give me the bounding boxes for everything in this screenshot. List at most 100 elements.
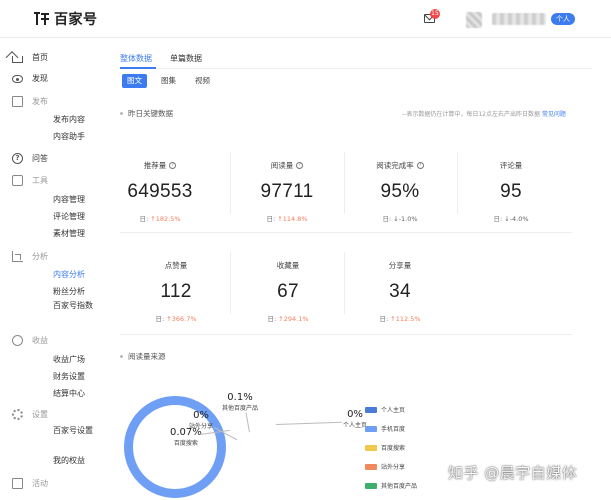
stat-value: 649553 (127, 181, 193, 202)
section-title-read-source: 阅读量来源 (120, 351, 166, 362)
legend-mobile-baidu[interactable]: 手机百度 (365, 424, 405, 433)
sidebar-group-label: 设置 (32, 409, 48, 419)
stats-separator (120, 334, 572, 335)
sidebar-item-settlement[interactable]: 结算中心 (53, 388, 85, 399)
notice-text: --表示数据仍在计算中，每日12点左右产出昨日数据 (402, 111, 540, 118)
sidebar-item-publish-content[interactable]: 发布内容 (53, 114, 85, 125)
pie-value: 0% (347, 409, 363, 420)
sidebar-group-activity: 活动 (12, 476, 48, 490)
sidebar-item-income-square[interactable]: 收益广场 (53, 354, 85, 365)
sidebar-item-discover[interactable]: 发现 (12, 71, 48, 85)
username-blurred[interactable] (492, 13, 546, 25)
stat-label: 分享量 (388, 261, 412, 270)
sidebar-item-my-rights[interactable]: 我的权益 (53, 455, 85, 466)
sidebar-group-income: 收益 (12, 333, 48, 347)
question-icon: ? (12, 153, 23, 164)
sidebar-item-content-assistant[interactable]: 内容助手 (53, 131, 85, 142)
top-bar: 百家号 15 个人 (0, 0, 611, 38)
edit-icon (12, 96, 23, 107)
pie-name: 百度搜索 (173, 440, 198, 447)
stat-change: 日: ↑112.5% (379, 315, 421, 323)
sidebar-item-bjh-settings[interactable]: 百家号设置 (53, 425, 93, 437)
active-tab-indicator (120, 67, 156, 69)
legend-label: 百度搜索 (381, 445, 406, 452)
sidebar-item-finance-settings[interactable]: 财务设置 (53, 371, 85, 382)
sidebar-group-label: 工具 (32, 175, 48, 185)
tab-single-data[interactable]: 单篇数据 (170, 53, 202, 64)
data-notice: --表示数据仍在计算中，每日12点左右产出昨日数据 常见问题 (402, 109, 566, 118)
stat-label: 收藏量 (276, 261, 300, 270)
filter-article[interactable]: 图文 (122, 74, 147, 88)
sidebar-item-material-manage[interactable]: 素材管理 (53, 228, 85, 239)
legend-personal-home[interactable]: 个人主页 (365, 405, 405, 414)
sidebar-item-label: 首页 (32, 52, 48, 62)
stat-value: 67 (277, 281, 299, 302)
stat-label: 阅读完成率 (376, 161, 414, 170)
sidebar-group-label: 分析 (32, 251, 48, 261)
stat-comments: 评论量 95 日: ↓-4.0% (461, 153, 561, 223)
tabs-divider (120, 68, 592, 69)
stat-change: 日: ↓-4.0% (493, 215, 529, 223)
stat-change: 日: ↑366.7% (155, 315, 197, 323)
sidebar-item-label: 发现 (32, 73, 48, 83)
pie-label-other-baidu: 0.1% 其他百度产品 (222, 393, 259, 413)
eye-icon (12, 75, 23, 83)
sidebar-group-tools: 工具 (12, 173, 48, 187)
pie-value: 0.07% (170, 427, 202, 438)
stat-value: 34 (389, 281, 411, 302)
sidebar-group-publish: 发布 (12, 94, 48, 108)
filter-gallery[interactable]: 图集 (156, 74, 181, 88)
notification-badge: 15 (430, 9, 440, 19)
legend-offsite-share[interactable]: 站外分享 (365, 462, 405, 471)
filter-video[interactable]: 视频 (190, 74, 215, 88)
sidebar-item-qa[interactable]: ? 问答 (12, 151, 48, 165)
legend-label: 个人主页 (381, 407, 406, 414)
gear-icon (12, 409, 23, 420)
pie-name: 其他百度产品 (222, 405, 259, 412)
stat-label: 评论量 (499, 161, 523, 170)
legend-other-baidu[interactable]: 其他百度产品 (365, 481, 417, 490)
stat-divider (457, 152, 458, 214)
sidebar-item-content-manage[interactable]: 内容管理 (53, 194, 85, 205)
help-icon[interactable]: ? (169, 162, 177, 169)
sidebar-item-content-analysis[interactable]: 内容分析 (53, 269, 85, 280)
stat-label: 推荐量 (143, 161, 167, 170)
help-icon[interactable]: ? (416, 162, 424, 169)
stat-reads: 阅读量? 97711 日: ↑114.8% (237, 153, 337, 223)
home-icon (12, 56, 23, 63)
stat-divider (230, 252, 231, 314)
stat-value: 95 (500, 181, 522, 202)
sidebar-item-fans-analysis[interactable]: 粉丝分析 (53, 286, 85, 297)
stat-change: 日: ↓-1.0% (382, 215, 418, 223)
section-title-yesterday: 昨日关键数据 (120, 108, 173, 119)
stat-favorites: 收藏量 67 日: ↑294.1% (238, 253, 338, 323)
legend-label: 站外分享 (381, 464, 406, 471)
legend-swatch (365, 444, 377, 451)
tab-overall-data[interactable]: 整体数据 (120, 53, 152, 64)
stat-likes: 点赞量 112 日: ↑366.7% (126, 253, 226, 323)
watermark: 知乎 @晨宇自媒体 (448, 464, 578, 482)
sidebar-item-home[interactable]: 首页 (12, 50, 48, 64)
legend-baidu-search[interactable]: 百度搜索 (365, 443, 405, 452)
stat-value: 112 (160, 281, 192, 302)
stat-value: 95% (380, 181, 420, 202)
chart-icon (12, 251, 23, 262)
help-icon[interactable]: ? (296, 162, 304, 169)
gift-icon (12, 478, 23, 489)
sidebar-item-bjh-index[interactable]: 百家号指数 (53, 300, 93, 312)
sidebar-item-comment-manage[interactable]: 评论管理 (53, 211, 85, 222)
app-logo[interactable]: 百家号 (34, 9, 98, 29)
stat-completion-rate: 阅读完成率? 95% 日: ↓-1.0% (350, 153, 450, 223)
stat-recommend: 推荐量? 649553 日: ↑182.5% (110, 153, 210, 223)
sidebar: 首页 发现 发布 发布内容 内容助手 ? 问答 工具 内容管理 评论管理 素材管… (0, 39, 104, 500)
toolbox-icon (12, 175, 23, 186)
avatar[interactable] (466, 12, 482, 28)
legend-swatch (365, 406, 377, 413)
sidebar-item-label: 问答 (32, 153, 48, 163)
faq-link[interactable]: 常见问题 (542, 111, 566, 118)
legend-swatch (365, 463, 377, 470)
coin-icon (12, 335, 23, 346)
stat-value: 97711 (260, 181, 314, 202)
sidebar-group-settings: 设置 (12, 407, 48, 421)
stat-divider (344, 252, 345, 314)
